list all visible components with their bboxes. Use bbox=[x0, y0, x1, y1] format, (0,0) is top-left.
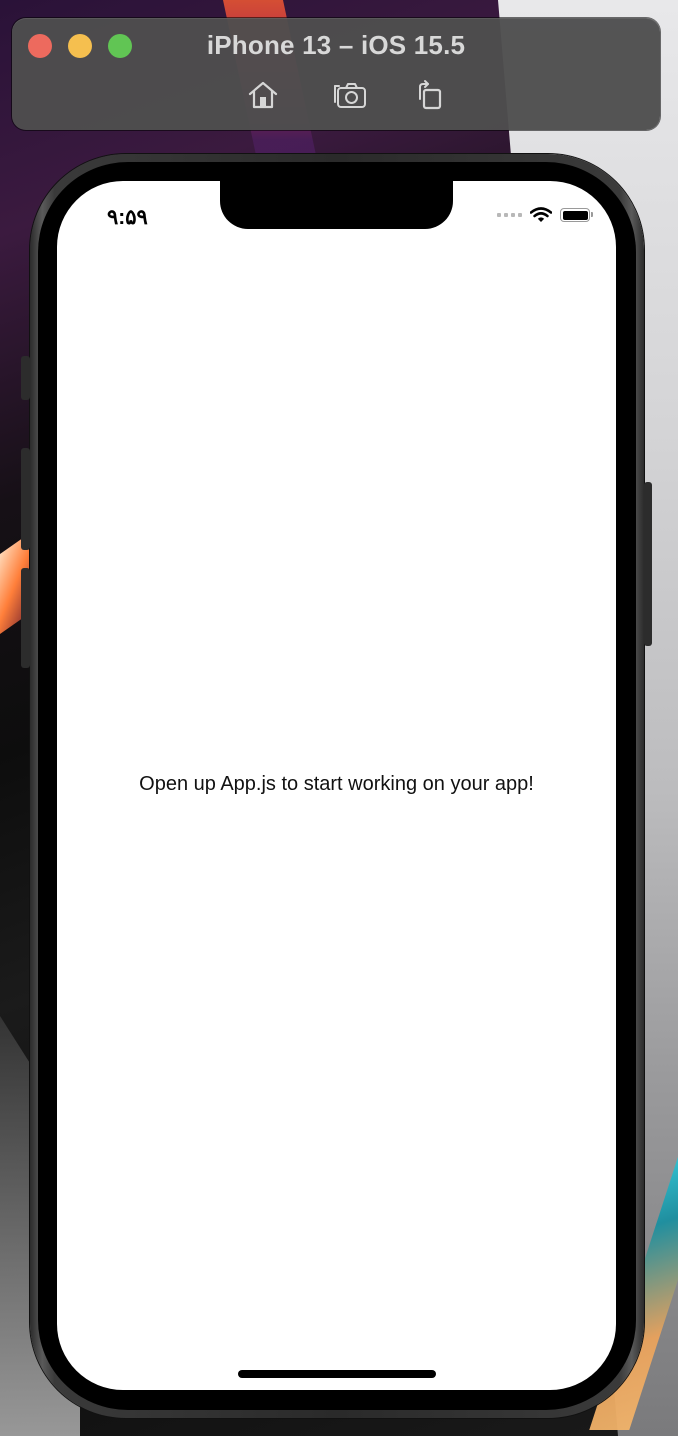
volume-up-button[interactable] bbox=[21, 448, 30, 550]
screenshot-button[interactable] bbox=[332, 76, 370, 114]
status-time: ۹:۵۹ bbox=[107, 206, 148, 229]
window-title: iPhone 13 – iOS 15.5 bbox=[206, 30, 466, 60]
app-message: Open up App.js to start working on your … bbox=[139, 773, 534, 795]
mute-switch[interactable] bbox=[21, 356, 30, 400]
camera-icon bbox=[334, 83, 366, 108]
wifi-icon bbox=[530, 207, 552, 222]
notch bbox=[220, 181, 453, 229]
home-indicator[interactable] bbox=[238, 1370, 436, 1378]
battery-icon bbox=[560, 208, 593, 222]
battery-level bbox=[562, 210, 588, 220]
simulator-title-bar: iPhone 13 – iOS 15.5 bbox=[12, 18, 660, 130]
rotate-icon bbox=[419, 80, 442, 110]
home-icon bbox=[248, 81, 278, 109]
volume-down-button[interactable] bbox=[21, 568, 30, 668]
home-button[interactable] bbox=[244, 76, 282, 114]
rotate-button[interactable] bbox=[410, 76, 448, 114]
status-icons bbox=[497, 207, 593, 223]
power-button[interactable] bbox=[644, 482, 652, 646]
signal-dots-icon bbox=[497, 213, 522, 217]
device-screen[interactable]: ۹:۵۹ Open up App.js to start working on … bbox=[57, 181, 616, 1390]
